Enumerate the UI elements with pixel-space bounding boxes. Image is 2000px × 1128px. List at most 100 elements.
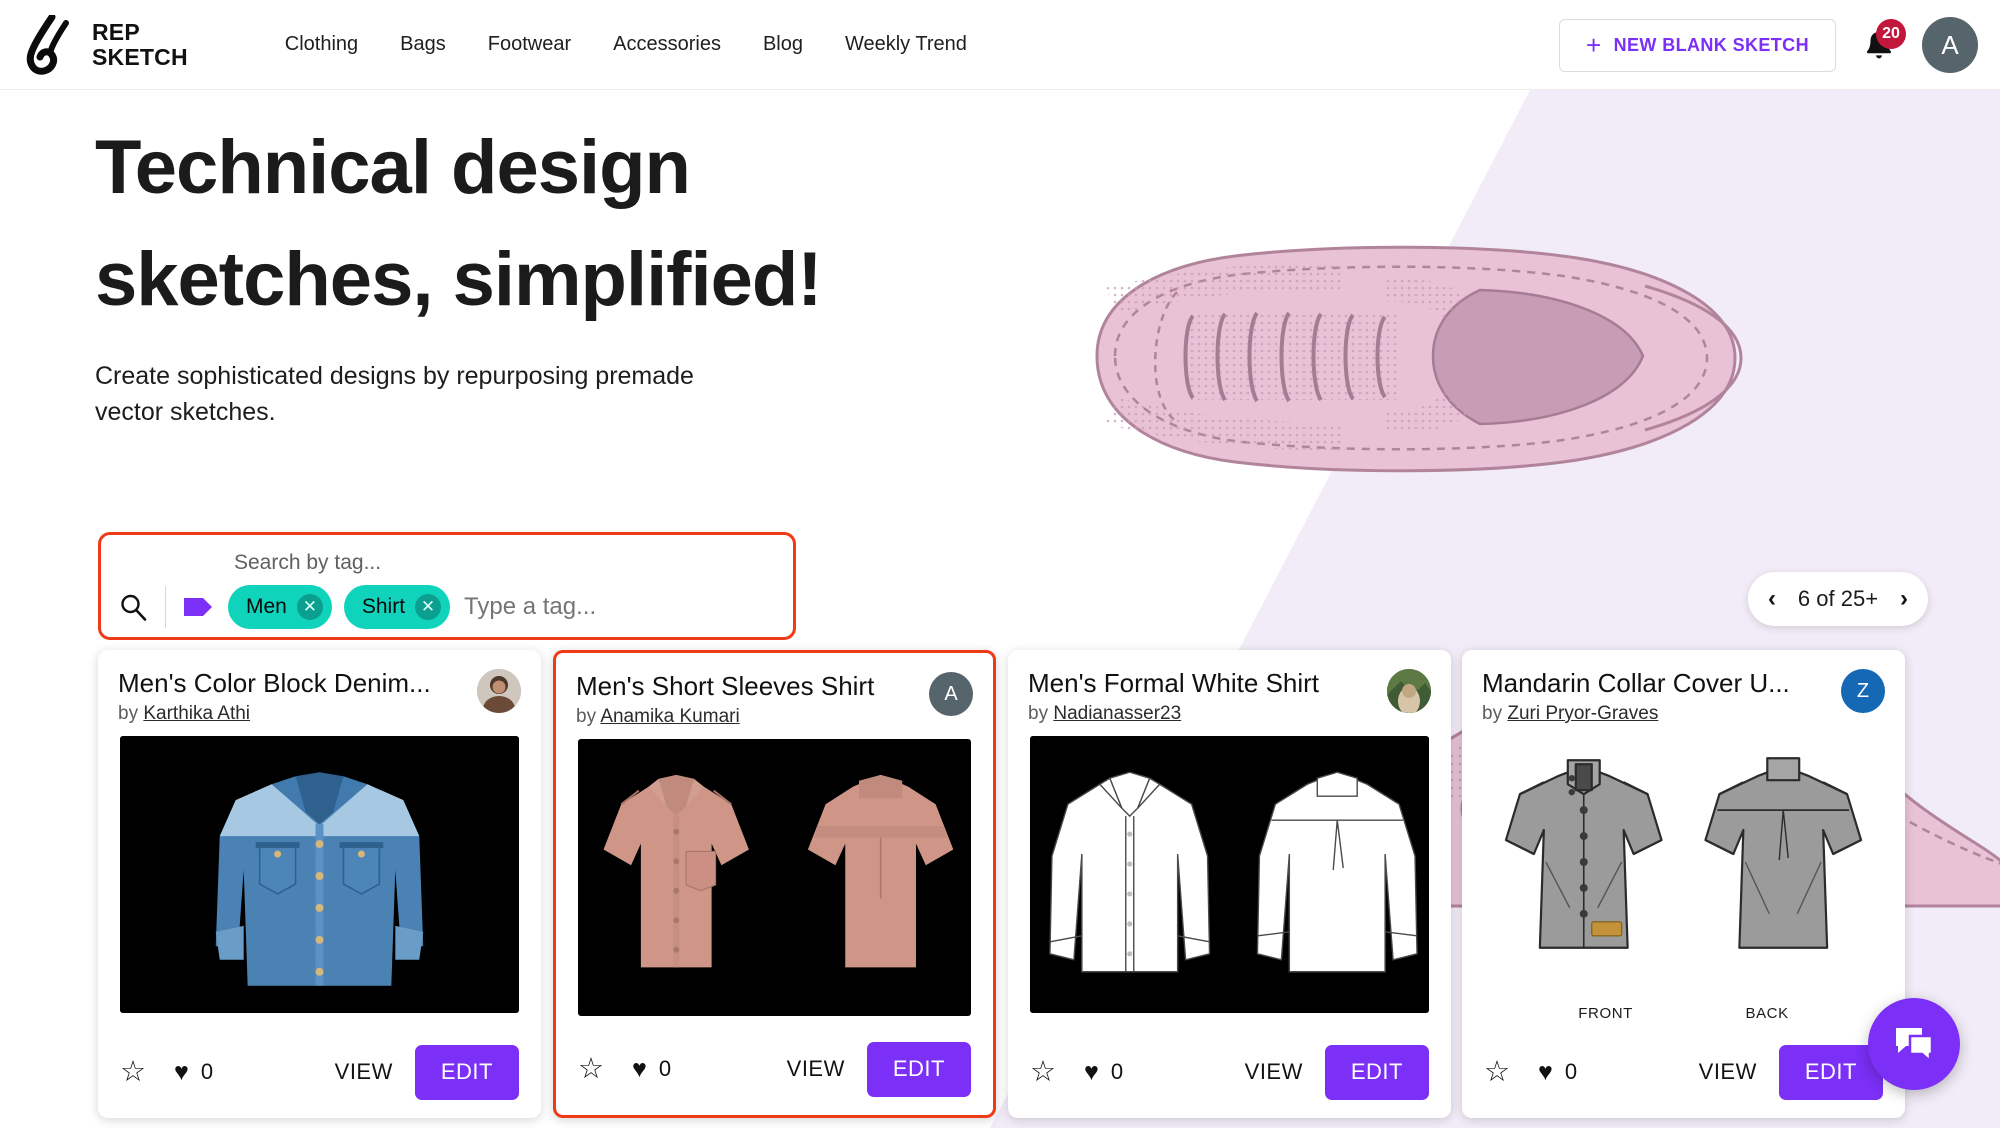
sketch-card-grid: Men's Color Block Denim... by Karthika A… (0, 645, 2000, 1128)
card-image[interactable] (1484, 736, 1883, 981)
tag-icon[interactable] (183, 596, 213, 618)
denim-color-block-shirt-illustration (120, 736, 519, 1013)
card-header: Men's Formal White Shirt by Nadianasser2… (1008, 650, 1451, 736)
like-count: 0 (200, 1059, 214, 1084)
star-outline-icon[interactable]: ☆ (1030, 1057, 1056, 1087)
avatar[interactable] (1387, 669, 1431, 713)
notifications-button[interactable]: 20 (1858, 19, 1906, 68)
chat-support-button[interactable] (1868, 998, 1960, 1090)
tag-search-input[interactable] (464, 593, 695, 621)
nav-item-footwear[interactable]: Footwear (467, 23, 592, 66)
card-actions: ☆ ♥ 0 VIEW EDIT (1462, 1026, 1905, 1118)
nav-item-blog[interactable]: Blog (742, 23, 824, 66)
search-button[interactable] (101, 592, 165, 622)
card-title: Men's Short Sleeves Shirt (576, 671, 875, 701)
avatar-initial: A (944, 682, 958, 705)
card-title: Men's Formal White Shirt (1028, 668, 1320, 698)
card-header: Men's Color Block Denim... by Karthika A… (98, 650, 541, 736)
tag-chip-men[interactable]: Men ✕ (228, 585, 332, 629)
author-photo (477, 669, 521, 713)
heart-filled-icon[interactable]: ♥ (632, 1056, 647, 1082)
pagination-control: ‹ 6 of 25+ › (1748, 572, 1928, 626)
card-author-prefix: by (1028, 703, 1054, 724)
search-by-tag-panel: Search by tag... Men ✕ Shirt ✕ (98, 532, 796, 640)
nav-item-bags[interactable]: Bags (379, 23, 467, 66)
star-outline-icon[interactable]: ☆ (1484, 1057, 1510, 1087)
brand-line-1: REP (92, 18, 140, 45)
avatar-initial: Z (1856, 679, 1870, 702)
tag-chip-shirt[interactable]: Shirt ✕ (343, 585, 451, 629)
heart-filled-icon[interactable]: ♥ (1084, 1059, 1099, 1085)
card-author-prefix: by (118, 703, 144, 724)
user-avatar-initial: A (1941, 29, 1959, 60)
edit-button[interactable]: EDIT (866, 1041, 971, 1097)
header-actions: + NEW BLANK SKETCH 20 A (1559, 0, 1978, 90)
user-avatar[interactable]: A (1922, 17, 1978, 73)
back-label: BACK (1745, 1005, 1789, 1022)
like-count: 0 (1110, 1059, 1124, 1084)
card-image[interactable] (1030, 736, 1429, 1013)
repsketch-logo-icon (26, 14, 69, 75)
main-nav: Clothing Bags Footwear Accessories Blog … (264, 23, 988, 66)
card-author-link[interactable]: Zuri Pryor-Graves (1507, 703, 1658, 724)
edit-button[interactable]: EDIT (414, 1044, 519, 1100)
chevron-right-icon[interactable]: › (1900, 587, 1908, 611)
heart-filled-icon[interactable]: ♥ (174, 1059, 189, 1085)
card-author-link[interactable]: Nadianasser23 (1053, 703, 1181, 724)
white-formal-shirt-illustration (1030, 736, 1429, 1013)
sketch-card-selected[interactable]: Men's Short Sleeves Shirt by Anamika Kum… (553, 650, 996, 1118)
card-author-link[interactable]: Anamika Kumari (600, 706, 739, 727)
plus-icon: + (1586, 30, 1602, 60)
heart-filled-icon[interactable]: ♥ (1538, 1059, 1553, 1085)
avatar[interactable]: A (929, 672, 973, 716)
card-image[interactable] (578, 739, 971, 1016)
sketch-card[interactable]: Mandarin Collar Cover U... by Zuri Pryor… (1462, 650, 1905, 1118)
new-blank-sketch-button[interactable]: + NEW BLANK SKETCH (1559, 18, 1836, 72)
view-button[interactable]: VIEW (1245, 1059, 1303, 1085)
close-icon[interactable]: ✕ (415, 594, 442, 620)
page-subtitle-line-1: Create sophisticated designs by repurpos… (95, 362, 694, 390)
page-title: Technical design sketches, simplified! (95, 112, 975, 336)
star-outline-icon[interactable]: ☆ (120, 1057, 146, 1087)
card-title: Men's Color Block Denim... (118, 668, 431, 698)
nav-item-accessories[interactable]: Accessories (592, 23, 742, 66)
brand-logo[interactable]: REP SKETCH (22, 14, 188, 75)
star-outline-icon[interactable]: ☆ (578, 1054, 604, 1084)
edit-button[interactable]: EDIT (1324, 1044, 1429, 1100)
nav-item-clothing[interactable]: Clothing (264, 23, 379, 66)
card-author: by Karthika Athi (118, 703, 521, 725)
page-title-line-1: Technical design (95, 125, 691, 210)
card-header: Mandarin Collar Cover U... by Zuri Pryor… (1462, 650, 1905, 736)
search-icon (121, 594, 147, 621)
tag-chip-list: Men ✕ Shirt ✕ (228, 585, 451, 629)
card-author: by Zuri Pryor-Graves (1482, 703, 1885, 725)
brand-line-2: SKETCH (92, 43, 188, 70)
notification-badge: 20 (1876, 19, 1906, 49)
chat-bubble-icon (1896, 1028, 1934, 1064)
tag-chip-men-label: Men (246, 595, 287, 618)
card-author-link[interactable]: Karthika Athi (143, 703, 250, 724)
card-author-prefix: by (576, 706, 601, 727)
avatar[interactable] (477, 669, 521, 713)
view-button[interactable]: VIEW (335, 1059, 393, 1085)
view-button[interactable]: VIEW (787, 1056, 845, 1082)
card-author: by Anamika Kumari (576, 706, 973, 728)
search-divider (165, 586, 166, 628)
edit-button[interactable]: EDIT (1778, 1044, 1883, 1100)
view-button[interactable]: VIEW (1699, 1059, 1757, 1085)
chevron-left-icon[interactable]: ‹ (1768, 587, 1776, 611)
nav-item-weekly-trend[interactable]: Weekly Trend (824, 23, 988, 66)
page-subtitle-line-2: vector sketches. (95, 398, 276, 426)
close-icon[interactable]: ✕ (296, 594, 323, 620)
card-actions: ☆ ♥ 0 VIEW EDIT (556, 1023, 993, 1115)
card-actions: ☆ ♥ 0 VIEW EDIT (98, 1026, 541, 1118)
card-image[interactable] (120, 736, 519, 1013)
sketch-card[interactable]: Men's Formal White Shirt by Nadianasser2… (1008, 650, 1451, 1118)
front-label: FRONT (1578, 1005, 1633, 1022)
avatar[interactable]: Z (1841, 669, 1885, 713)
like-count: 0 (1564, 1059, 1578, 1084)
pagination-label: 6 of 25+ (1797, 586, 1879, 611)
page-subtitle: Create sophisticated designs by repurpos… (95, 358, 855, 430)
card-actions: ☆ ♥ 0 VIEW EDIT (1008, 1026, 1451, 1118)
sketch-card[interactable]: Men's Color Block Denim... by Karthika A… (98, 650, 541, 1118)
